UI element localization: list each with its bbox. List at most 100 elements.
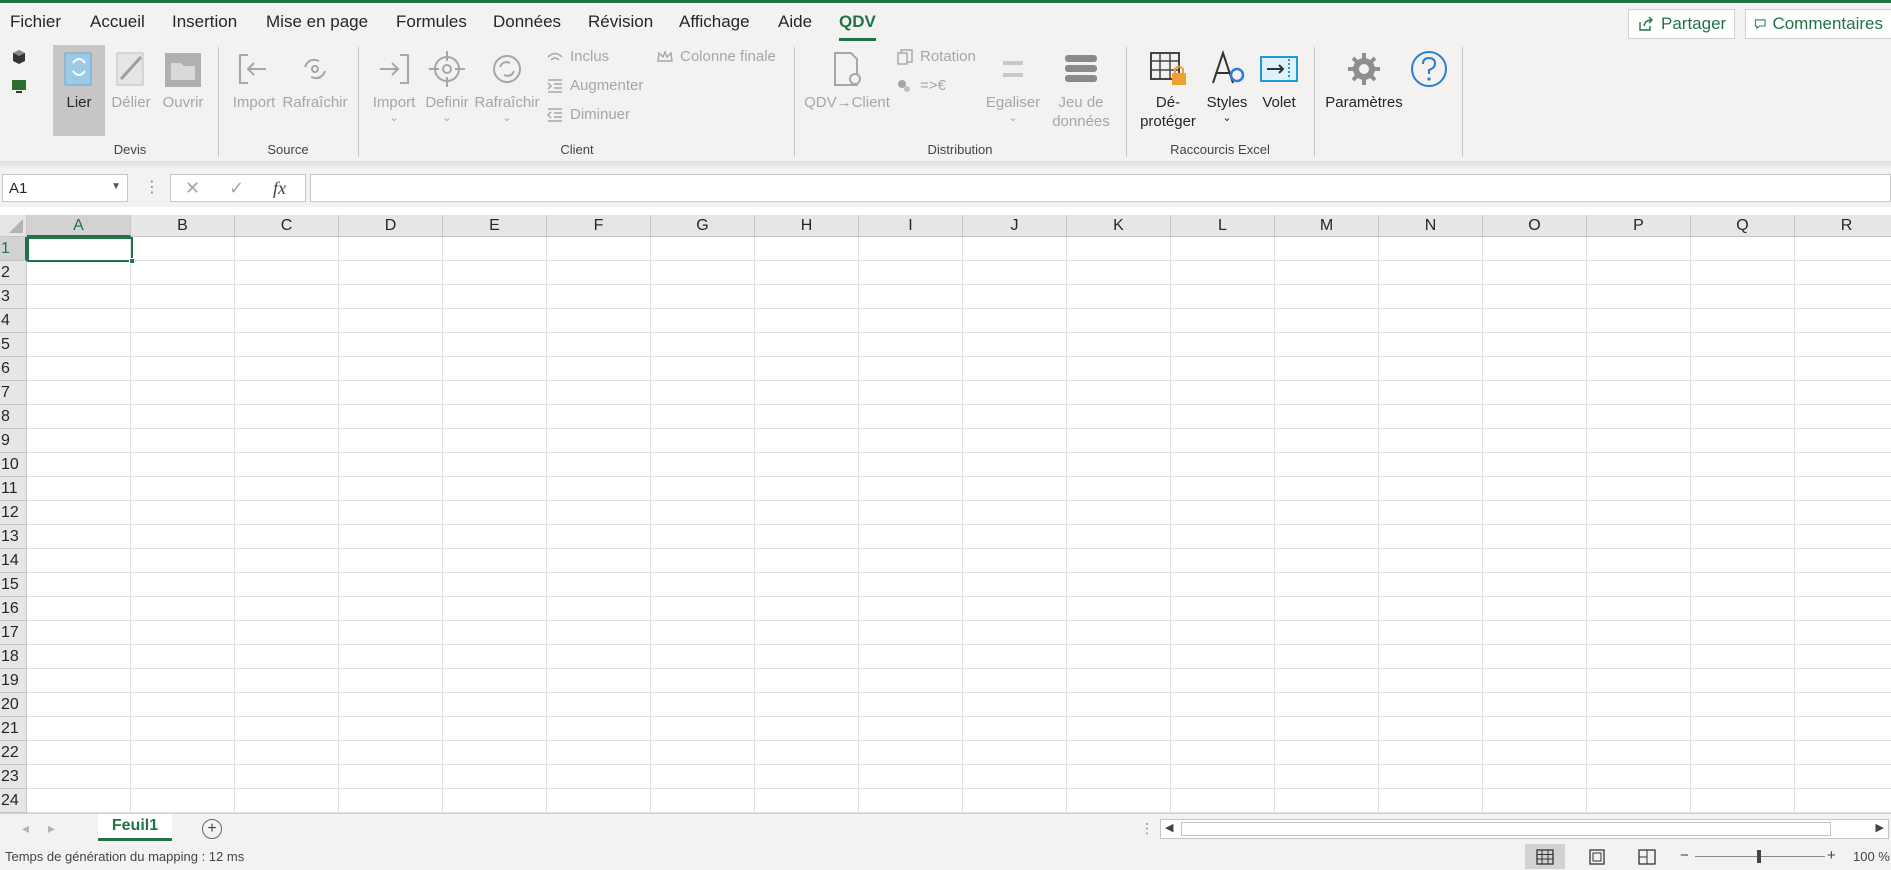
zoom-in-button[interactable]: + xyxy=(1827,847,1836,864)
function-icon[interactable]: fx xyxy=(273,178,286,199)
tab-accueil[interactable]: Accueil xyxy=(90,12,145,32)
column-header[interactable]: H xyxy=(755,215,859,237)
column-header[interactable]: C xyxy=(235,215,339,237)
row-header[interactable]: 8 xyxy=(0,405,27,429)
row-header[interactable]: 7 xyxy=(0,381,27,405)
tab-fichier[interactable]: Fichier xyxy=(10,12,61,32)
row-header[interactable]: 19 xyxy=(0,669,27,693)
row-header[interactable]: 22 xyxy=(0,741,27,765)
client-import-button[interactable]: Import ⌄ xyxy=(368,49,420,124)
diminuer-button[interactable]: Diminuer xyxy=(546,106,630,123)
row-header[interactable]: 1 xyxy=(0,237,27,261)
comments-button[interactable]: Commentaires xyxy=(1745,9,1891,39)
tab-affichage[interactable]: Affichage xyxy=(679,12,750,32)
row-header[interactable]: 12 xyxy=(0,501,27,525)
column-header[interactable]: G xyxy=(651,215,755,237)
add-sheet-button[interactable]: + xyxy=(202,819,222,839)
jeu-de-donnees-button[interactable]: Jeu de données xyxy=(1050,49,1112,131)
check-icon[interactable]: ✓ xyxy=(229,178,244,199)
tab-revision[interactable]: Révision xyxy=(588,12,653,32)
column-header[interactable]: M xyxy=(1275,215,1379,237)
row-header[interactable]: 13 xyxy=(0,525,27,549)
inclus-button[interactable]: Inclus xyxy=(546,48,609,65)
scroll-right-icon[interactable]: ▶ xyxy=(1876,821,1884,834)
column-header[interactable]: Q xyxy=(1691,215,1795,237)
column-header[interactable]: D xyxy=(339,215,443,237)
egaliser-button[interactable]: Egaliser ⌄ xyxy=(980,49,1046,124)
euro-button[interactable]: =>€ xyxy=(896,77,946,94)
row-header[interactable]: 15 xyxy=(0,573,27,597)
rotation-button[interactable]: Rotation xyxy=(896,48,976,65)
page-break-view-button[interactable] xyxy=(1627,844,1667,869)
help-button[interactable] xyxy=(1408,49,1450,93)
column-header[interactable]: P xyxy=(1587,215,1691,237)
client-refresh-button[interactable]: Rafraîchir ⌄ xyxy=(474,49,540,124)
share-button[interactable]: Partager xyxy=(1628,9,1736,39)
column-header[interactable]: N xyxy=(1379,215,1483,237)
row-header[interactable]: 17 xyxy=(0,621,27,645)
column-header[interactable]: O xyxy=(1483,215,1587,237)
qdv-client-button[interactable]: QDV→Client xyxy=(804,49,890,112)
tab-formules[interactable]: Formules xyxy=(396,12,467,32)
row-header[interactable]: 20 xyxy=(0,693,27,717)
more-vertical-icon[interactable]: ⋮ xyxy=(144,177,160,197)
more-vertical-icon[interactable]: ⋮ xyxy=(1140,820,1154,837)
row-header[interactable]: 21 xyxy=(0,717,27,741)
tab-mise-en-page[interactable]: Mise en page xyxy=(266,12,368,32)
source-import-button[interactable]: Import xyxy=(228,49,280,112)
row-header[interactable]: 10 xyxy=(0,453,27,477)
row-header[interactable]: 3 xyxy=(0,285,27,309)
row-header[interactable]: 6 xyxy=(0,357,27,381)
styles-button[interactable]: Styles ⌄ xyxy=(1202,49,1252,124)
zoom-out-button[interactable]: − xyxy=(1680,847,1689,864)
monitor-icon[interactable] xyxy=(10,77,28,95)
select-all-corner[interactable] xyxy=(0,215,27,237)
row-header[interactable]: 18 xyxy=(0,645,27,669)
client-definir-button[interactable]: Definir ⌄ xyxy=(422,49,472,124)
chevron-right-icon[interactable]: ▸ xyxy=(48,820,55,837)
chevron-left-icon[interactable]: ◂ xyxy=(22,820,29,837)
cube-icon[interactable] xyxy=(10,48,28,66)
row-header[interactable]: 23 xyxy=(0,765,27,789)
horizontal-scrollbar[interactable]: ◀ ▶ xyxy=(1160,819,1889,839)
cancel-icon[interactable]: ✕ xyxy=(185,178,200,199)
tab-insertion[interactable]: Insertion xyxy=(172,12,237,32)
row-header[interactable]: 16 xyxy=(0,597,27,621)
row-header[interactable]: 11 xyxy=(0,477,27,501)
deproteger-button[interactable]: Dé- protéger xyxy=(1134,49,1202,131)
active-cell[interactable] xyxy=(27,237,135,264)
parametres-button[interactable]: Paramètres xyxy=(1322,49,1406,112)
name-box[interactable]: A1 ▼ xyxy=(2,174,128,202)
colonne-finale-button[interactable]: Colonne finale xyxy=(656,48,776,65)
formula-input[interactable] xyxy=(310,174,1891,202)
volet-button[interactable]: Volet xyxy=(1254,49,1304,112)
column-header[interactable]: A xyxy=(27,215,131,237)
scrollbar-thumb[interactable] xyxy=(1181,822,1831,836)
sheet-tab-feuil1[interactable]: Feuil1 xyxy=(98,814,172,841)
normal-view-button[interactable] xyxy=(1525,844,1565,869)
lier-button[interactable]: Lier xyxy=(54,49,104,112)
row-header[interactable]: 5 xyxy=(0,333,27,357)
column-header[interactable]: R xyxy=(1795,215,1891,237)
row-header[interactable]: 24 xyxy=(0,789,27,813)
column-header[interactable]: J xyxy=(963,215,1067,237)
row-header[interactable]: 14 xyxy=(0,549,27,573)
tab-donnees[interactable]: Données xyxy=(493,12,561,32)
row-header[interactable]: 2 xyxy=(0,261,27,285)
row-header[interactable]: 9 xyxy=(0,429,27,453)
column-header[interactable]: E xyxy=(443,215,547,237)
column-header[interactable]: L xyxy=(1171,215,1275,237)
column-header[interactable]: I xyxy=(859,215,963,237)
tab-qdv[interactable]: QDV xyxy=(839,12,876,32)
row-header[interactable]: 4 xyxy=(0,309,27,333)
scroll-left-icon[interactable]: ◀ xyxy=(1165,821,1173,834)
tab-aide[interactable]: Aide xyxy=(778,12,812,32)
zoom-level[interactable]: 100 % xyxy=(1853,849,1890,864)
augmenter-button[interactable]: Augmenter xyxy=(546,77,643,94)
source-refresh-button[interactable]: Rafraîchir xyxy=(282,49,348,112)
column-header[interactable]: B xyxy=(131,215,235,237)
column-header[interactable]: F xyxy=(547,215,651,237)
page-layout-view-button[interactable] xyxy=(1577,844,1617,869)
column-header[interactable]: K xyxy=(1067,215,1171,237)
chevron-down-icon[interactable]: ▼ xyxy=(111,181,121,192)
